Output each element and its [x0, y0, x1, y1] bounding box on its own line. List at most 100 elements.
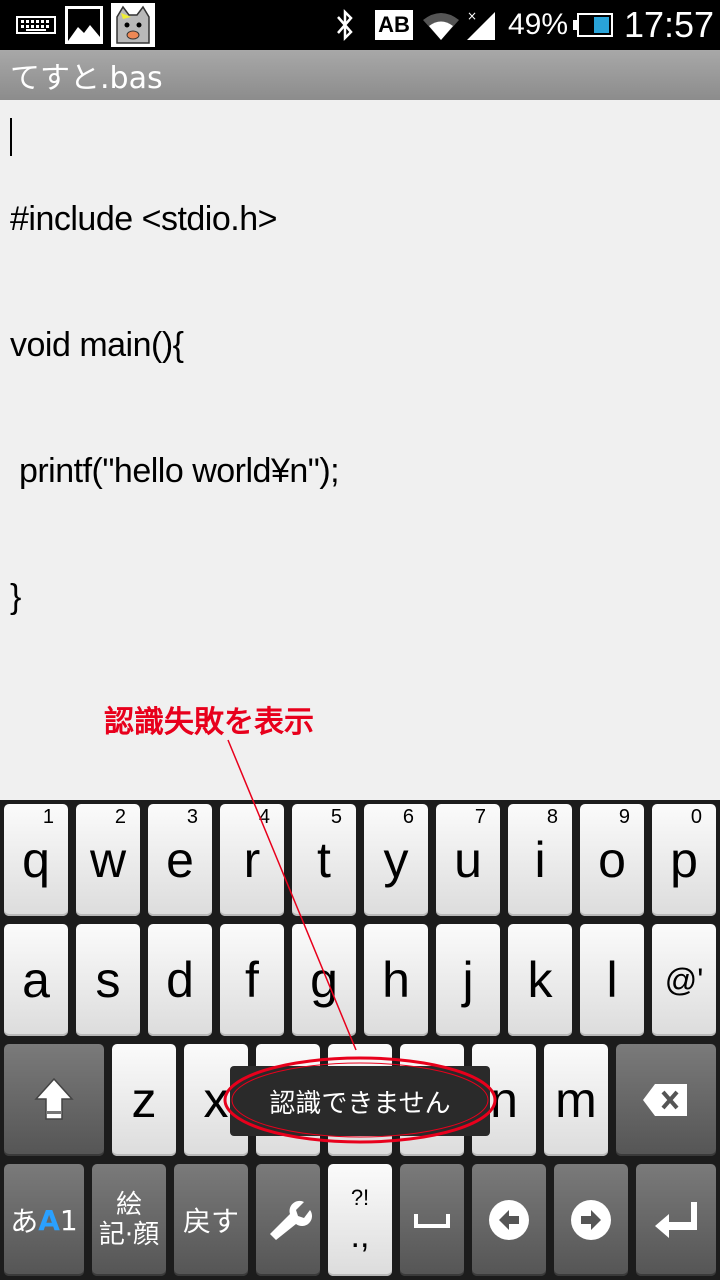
key-f[interactable]: f [220, 924, 284, 1036]
wrench-icon [270, 1200, 312, 1240]
key-number-hint: 9 [618, 806, 630, 828]
key-label: a [22, 952, 50, 1008]
key-label: p [670, 832, 698, 888]
key-label: w [89, 832, 127, 888]
key-label: h [382, 952, 410, 1008]
image-notification-icon [62, 0, 106, 50]
key-o[interactable]: 9o [580, 804, 644, 916]
emoji-symbol-key[interactable]: 絵 記·顔 [92, 1164, 166, 1276]
mode-number: 1 [59, 1203, 78, 1237]
key-label: m [555, 1072, 597, 1128]
cursor-right-key[interactable] [554, 1164, 628, 1276]
arrow-left-icon [489, 1200, 529, 1240]
emoji-key-line1: 絵 [115, 1190, 142, 1220]
input-mode-indicator: AB [375, 0, 413, 50]
key-number-hint: 3 [186, 806, 198, 828]
key-label: l [606, 952, 618, 1008]
enter-icon [655, 1202, 697, 1238]
emoji-key-line2: 記·顔 [98, 1220, 160, 1250]
key-label: g [310, 952, 338, 1008]
battery-icon [570, 0, 616, 50]
key-e[interactable]: 3e [148, 804, 212, 916]
key-label: d [166, 952, 194, 1008]
space-icon [414, 1214, 450, 1228]
title-bar: てすと.bas [0, 50, 720, 100]
shift-key[interactable] [4, 1044, 104, 1156]
annotation-label: 認識失敗を表示 [104, 705, 314, 740]
punctuation-key[interactable]: ?! ., [328, 1164, 392, 1276]
code-editor[interactable]: #include <stdio.h> void main(){ printf("… [0, 100, 720, 800]
svg-text:×: × [467, 9, 477, 23]
key-label: o [598, 832, 626, 888]
key-label: q [22, 832, 50, 888]
key-d[interactable]: d [148, 924, 212, 1036]
key-label: u [454, 832, 482, 888]
punct-bottom: ., [350, 1216, 370, 1255]
key-h[interactable]: h [364, 924, 428, 1036]
key-i[interactable]: 8i [508, 804, 572, 916]
key-number-hint: 2 [114, 806, 126, 828]
key-j[interactable]: j [436, 924, 500, 1036]
key-s[interactable]: s [76, 924, 140, 1036]
key-label: f [245, 952, 259, 1008]
bluetooth-icon [330, 0, 360, 50]
mode-alpha: A [38, 1203, 60, 1237]
cat-app-icon [110, 0, 156, 50]
code-line: #include <stdio.h> [10, 200, 277, 238]
software-keyboard: 1q 2w 3e 4r 5t 6y 7u 8i 9o 0p a s d f g … [0, 800, 720, 1280]
key-r[interactable]: 4r [220, 804, 284, 916]
code-line: } [10, 578, 21, 616]
key-z[interactable]: z [112, 1044, 176, 1156]
key-number-hint: 8 [546, 806, 558, 828]
space-key[interactable] [400, 1164, 464, 1276]
key-m[interactable]: m [544, 1044, 608, 1156]
clock: 17:57 [623, 4, 715, 45]
key-a[interactable]: a [4, 924, 68, 1036]
file-title: てすと.bas [10, 61, 163, 96]
backspace-icon [643, 1084, 687, 1116]
key-label: s [95, 952, 121, 1008]
key-label: j [462, 952, 474, 1008]
key-number-hint: 6 [402, 806, 414, 828]
key-label: x [203, 1072, 229, 1128]
key-g[interactable]: g [292, 924, 356, 1036]
key-label: r [243, 832, 261, 888]
battery-percent: 49% [507, 8, 569, 41]
key-at-apostrophe[interactable]: @' [652, 924, 716, 1036]
signal-icon: × [464, 0, 498, 50]
key-label: @' [664, 961, 704, 998]
key-w[interactable]: 2w [76, 804, 140, 916]
key-label: y [383, 832, 409, 888]
undo-key-label: 戻す [182, 1205, 239, 1238]
toast-message: 認識できません [230, 1066, 490, 1136]
key-label: n [490, 1072, 518, 1128]
settings-key[interactable] [256, 1164, 320, 1276]
key-l[interactable]: l [580, 924, 644, 1036]
key-u[interactable]: 7u [436, 804, 500, 916]
key-label: e [166, 832, 194, 888]
wifi-icon [420, 0, 462, 50]
key-number-hint: 5 [330, 806, 342, 828]
status-bar: AB × 49% 17:57 [0, 0, 720, 50]
key-y[interactable]: 6y [364, 804, 428, 916]
input-mode-key[interactable]: あA1 [4, 1164, 84, 1276]
key-number-hint: 4 [258, 806, 270, 828]
backspace-key[interactable] [616, 1044, 716, 1156]
undo-key[interactable]: 戻す [174, 1164, 248, 1276]
key-number-hint: 1 [42, 806, 54, 828]
code-line: printf("hello world¥n"); [10, 452, 340, 490]
shift-icon [34, 1077, 74, 1120]
code-text[interactable]: #include <stdio.h> void main(){ printf("… [10, 114, 340, 702]
key-q[interactable]: 1q [4, 804, 68, 916]
key-label: k [527, 952, 553, 1008]
cursor-left-key[interactable] [472, 1164, 546, 1276]
mode-hiragana: あ [10, 1205, 39, 1238]
key-label: i [534, 832, 546, 888]
key-k[interactable]: k [508, 924, 572, 1036]
toast-text: 認識できません [269, 1088, 451, 1119]
key-p[interactable]: 0p [652, 804, 716, 916]
key-number-hint: 0 [690, 806, 702, 828]
punct-top: ?! [350, 1184, 370, 1210]
key-t[interactable]: 5t [292, 804, 356, 916]
enter-key[interactable] [636, 1164, 716, 1276]
